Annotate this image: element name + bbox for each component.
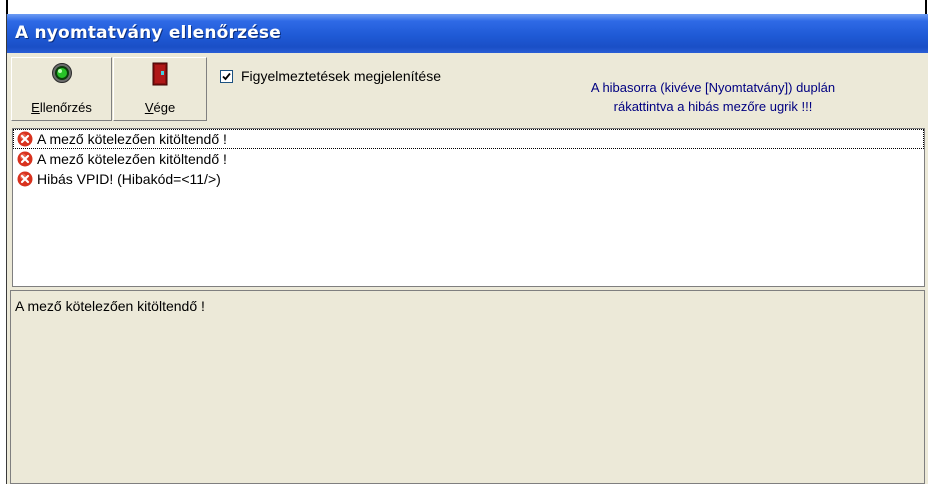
exit-button-label: Vége xyxy=(144,100,176,115)
window-edge-mark xyxy=(6,0,8,14)
list-item-text: A mező kötelezően kitöltendő ! xyxy=(37,151,227,167)
list-item[interactable]: A mező kötelezően kitöltendő ! xyxy=(13,129,924,149)
error-icon xyxy=(17,151,33,167)
exit-button[interactable]: Vége xyxy=(113,57,207,121)
list-item-text: Hibás VPID! (Hibakód=<11/>) xyxy=(37,171,221,187)
check-button[interactable]: Ellenőrzés xyxy=(11,57,112,121)
check-button-label: Ellenőrzés xyxy=(31,100,92,115)
title-bar[interactable]: A nyomtatvány ellenőrzése xyxy=(7,14,928,53)
list-item-text: A mező kötelezően kitöltendő ! xyxy=(37,131,227,147)
error-detail-text: A mező kötelezően kitöltendő ! xyxy=(15,298,205,314)
error-icon xyxy=(17,171,33,187)
list-item[interactable]: A mező kötelezően kitöltendő ! xyxy=(13,149,924,169)
hint-text: A hibasorra (kivéve [Nyomtatvány]) duplá… xyxy=(523,78,903,116)
hint-line-1: A hibasorra (kivéve [Nyomtatvány]) duplá… xyxy=(590,80,836,95)
error-list[interactable]: A mező kötelezően kitöltendő ! A mező kö… xyxy=(12,128,925,287)
error-icon xyxy=(17,131,33,147)
error-detail-panel: A mező kötelezően kitöltendő ! xyxy=(10,290,925,484)
hint-line-2: rákattintva a hibás mezőre ugrik !!! xyxy=(613,99,813,114)
window-edge-mark xyxy=(925,0,927,14)
door-icon xyxy=(152,62,168,86)
warnings-checkbox-label: Figyelmeztetések megjelenítése xyxy=(241,68,441,84)
green-indicator-icon xyxy=(51,63,72,83)
window-title: A nyomtatvány ellenőrzése xyxy=(15,23,281,43)
checkbox-box[interactable] xyxy=(220,69,233,83)
list-item[interactable]: Hibás VPID! (Hibakód=<11/>) xyxy=(13,169,924,189)
checkmark-icon xyxy=(222,72,231,80)
validation-window: A nyomtatvány ellenőrzése Ellenőrzés Vég… xyxy=(6,14,928,484)
toolbar: Ellenőrzés Vége Figyelmeztetések megjele… xyxy=(7,53,928,125)
warnings-checkbox[interactable]: Figyelmeztetések megjelenítése xyxy=(220,66,441,86)
